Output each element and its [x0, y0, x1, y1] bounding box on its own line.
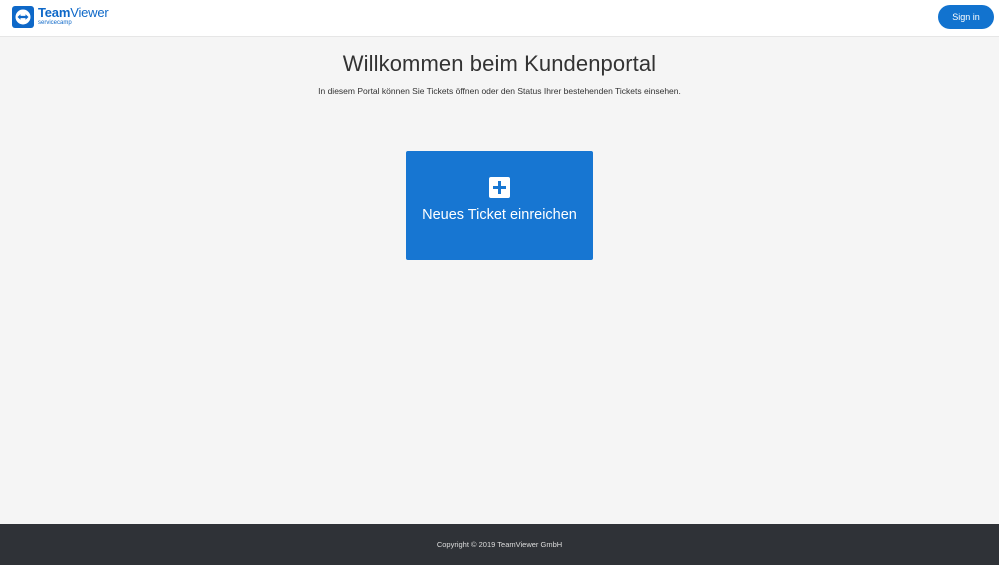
logo-product-name: servicecamp: [38, 20, 72, 26]
new-ticket-tile[interactable]: Neues Ticket einreichen: [406, 151, 593, 260]
new-ticket-label: Neues Ticket einreichen: [422, 207, 577, 223]
page-subtitle: In diesem Portal können Sie Tickets öffn…: [318, 86, 681, 96]
sign-in-button[interactable]: Sign in: [938, 5, 994, 29]
copyright-text: Copyright © 2019 TeamViewer GmbH: [436, 540, 563, 549]
teamviewer-logo-icon: [12, 6, 34, 28]
top-header: TeamViewer servicecamp Sign in: [0, 0, 999, 37]
footer: Copyright © 2019 TeamViewer GmbH: [0, 524, 999, 565]
logo-text: TeamViewer servicecamp: [38, 6, 109, 26]
page-title: Willkommen beim Kundenportal: [342, 51, 657, 76]
plus-square-icon: [489, 177, 510, 198]
logo-brand-name: TeamViewer: [38, 5, 109, 20]
teamviewer-logo[interactable]: TeamViewer servicecamp: [12, 6, 109, 28]
